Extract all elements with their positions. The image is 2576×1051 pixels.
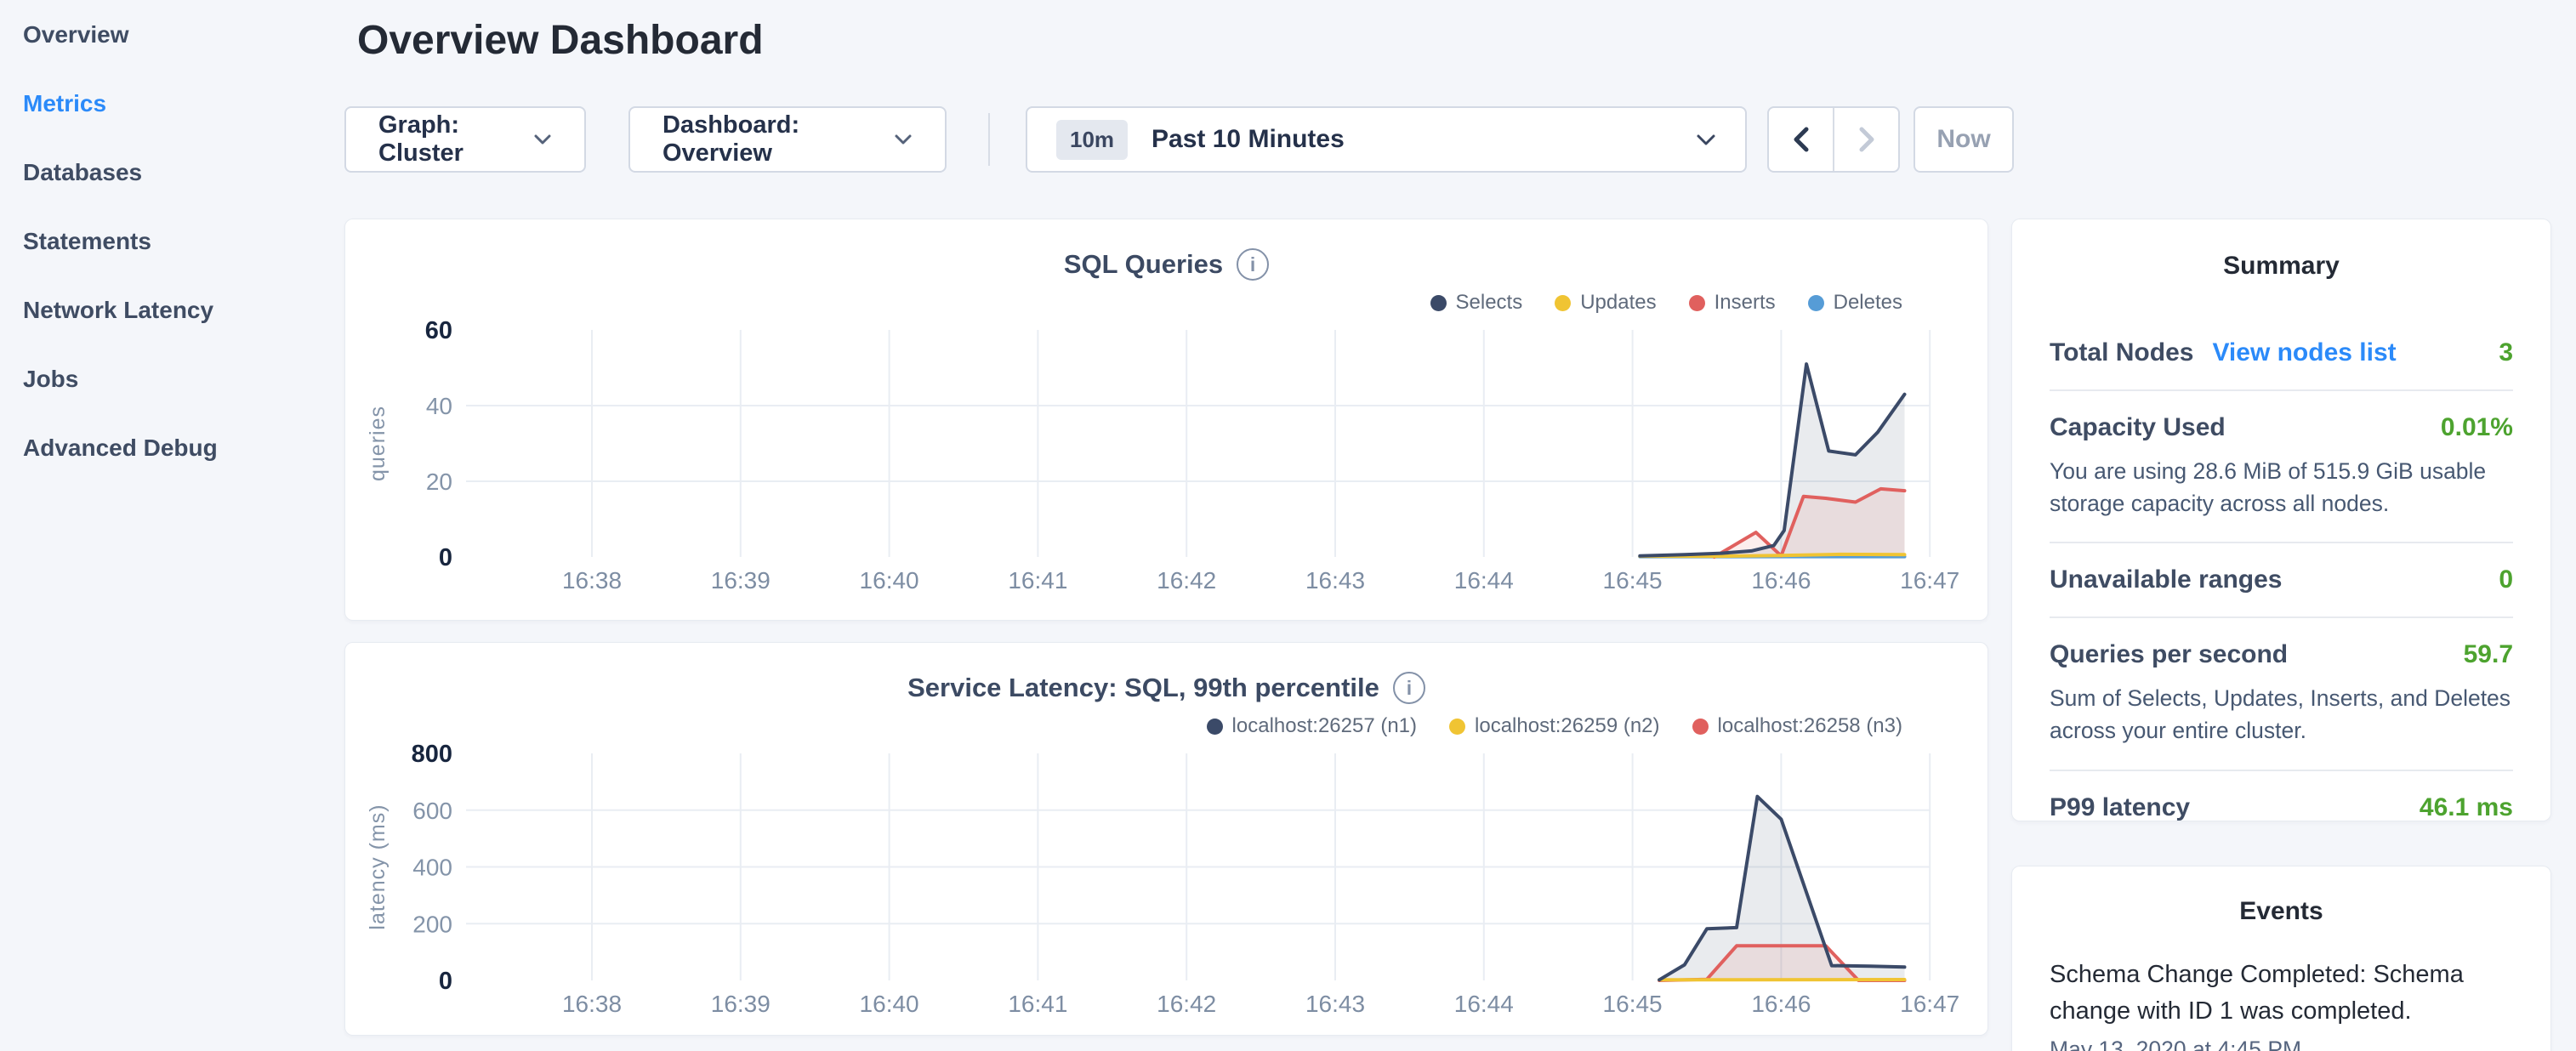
sql-queries-plot[interactable]: 16:38 16:39 16:40 16:41 16:42 16:43 16:44 16:45… (345, 219, 1989, 622)
svg-text:16:45: 16:45 (1603, 567, 1663, 594)
svg-text:16:40: 16:40 (860, 567, 919, 594)
svg-text:16:43: 16:43 (1305, 991, 1365, 1017)
svg-text:16:40: 16:40 (860, 991, 919, 1017)
chevron-right-icon (1857, 126, 1876, 153)
events-heading: Events (2050, 897, 2513, 926)
sql-queries-chart-card: SQL Queries i SelectsUpdatesInsertsDelet… (344, 219, 1988, 621)
events-list: Schema Change Completed: Schema change w… (2050, 957, 2513, 1051)
summary-metric-description: You are using 28.6 MiB of 515.9 GiB usab… (2050, 456, 2513, 520)
summary-section: Total Nodes View nodes list 3 (2050, 316, 2513, 389)
svg-text:16:43: 16:43 (1305, 567, 1365, 594)
previous-time-button[interactable] (1769, 108, 1833, 171)
time-range-label: Past 10 Minutes (1152, 125, 1696, 154)
summary-metric-description: Sum of Selects, Updates, Inserts, and De… (2050, 683, 2513, 747)
svg-text:16:41: 16:41 (1008, 991, 1067, 1017)
summary-section: Queries per second 59.7 Sum of Selects, Up… (2050, 616, 2513, 769)
chevron-left-icon (1792, 126, 1811, 153)
events-panel: Events Schema Change Completed: Schema c… (2011, 866, 2551, 1051)
svg-text:200: 200 (412, 911, 452, 937)
sidebar-item-network-latency[interactable]: Network Latency (0, 276, 340, 344)
now-button[interactable]: Now (1914, 106, 2014, 173)
chevron-down-icon (533, 134, 552, 145)
svg-text:16:42: 16:42 (1157, 991, 1216, 1017)
event-text: Schema Change Completed: Schema change w… (2050, 957, 2513, 1030)
svg-text:20: 20 (426, 469, 452, 495)
svg-text:60: 60 (425, 317, 452, 344)
next-time-button[interactable] (1833, 108, 1898, 171)
page-title: Overview Dashboard (357, 17, 764, 64)
time-range-selector[interactable]: 10m Past 10 Minutes (1026, 106, 1747, 173)
svg-text:40: 40 (426, 393, 452, 419)
summary-metric-value: 0.01% (2441, 413, 2513, 442)
svg-text:16:38: 16:38 (562, 991, 622, 1017)
summary-section: Capacity Used 0.01% You are using 28.6 MiB… (2050, 389, 2513, 542)
summary-metric-value: 59.7 (2464, 640, 2513, 669)
event-timestamp: May 13, 2020 at 4:45 PM (2050, 1037, 2513, 1051)
summary-metric-title: Total Nodes (2050, 338, 2193, 367)
svg-text:16:44: 16:44 (1454, 991, 1514, 1017)
svg-text:16:41: 16:41 (1008, 567, 1067, 594)
toolbar: Graph: Cluster Dashboard: Overview 10m P… (0, 106, 2576, 173)
summary-section: P99 latency 46.1 ms (2050, 770, 2513, 844)
svg-text:latency (ms): latency (ms) (366, 804, 390, 929)
summary-metric-value: 46.1 ms (2420, 793, 2513, 822)
toolbar-divider (988, 113, 990, 166)
sidebar-item-overview[interactable]: Overview (0, 0, 340, 69)
svg-text:0: 0 (439, 544, 452, 571)
svg-text:16:38: 16:38 (562, 567, 622, 594)
svg-text:16:46: 16:46 (1751, 991, 1811, 1017)
sidebar-item-advanced-debug[interactable]: Advanced Debug (0, 413, 340, 482)
svg-text:16:39: 16:39 (711, 991, 771, 1017)
app-root: OverviewMetricsDatabasesStatementsNetwor… (0, 0, 2576, 1051)
sidebar-item-statements[interactable]: Statements (0, 207, 340, 276)
event-item[interactable]: Schema Change Completed: Schema change w… (2050, 957, 2513, 1051)
sidebar-item-jobs[interactable]: Jobs (0, 344, 340, 413)
summary-metric-title: P99 latency (2050, 793, 2190, 822)
graph-dropdown-label: Graph: Cluster (378, 111, 511, 168)
svg-text:16:45: 16:45 (1603, 991, 1663, 1017)
svg-text:0: 0 (439, 968, 452, 995)
dashboard-dropdown-label: Dashboard: Overview (662, 111, 872, 168)
summary-metric-value: 0 (2499, 565, 2513, 594)
svg-text:600: 600 (412, 798, 452, 824)
svg-text:16:44: 16:44 (1454, 567, 1514, 594)
svg-text:16:47: 16:47 (1900, 991, 1959, 1017)
summary-heading: Summary (2050, 252, 2513, 281)
summary-panel: Summary Total Nodes View nodes list 3 Capac… (2011, 219, 2551, 821)
svg-text:400: 400 (412, 855, 452, 881)
svg-text:queries: queries (366, 406, 390, 481)
svg-text:16:42: 16:42 (1157, 567, 1216, 594)
chevron-down-icon (1696, 134, 1716, 146)
summary-metric-value: 3 (2499, 338, 2513, 367)
time-step-buttons (1767, 106, 1900, 173)
svg-text:16:39: 16:39 (711, 567, 771, 594)
chevron-down-icon (894, 134, 913, 145)
summary-sections: Total Nodes View nodes list 3 Capacity Used… (2050, 316, 2513, 844)
view-nodes-list-link[interactable]: View nodes list (2212, 338, 2396, 367)
graph-dropdown[interactable]: Graph: Cluster (344, 106, 586, 173)
svg-text:16:46: 16:46 (1751, 567, 1811, 594)
svg-text:16:47: 16:47 (1900, 567, 1959, 594)
summary-metric-title: Capacity Used (2050, 413, 2226, 442)
time-range-badge: 10m (1056, 120, 1128, 160)
summary-metric-title: Unavailable ranges (2050, 565, 2282, 594)
service-latency-plot[interactable]: 16:38 16:39 16:40 16:41 16:42 16:43 16:44 16:45… (345, 643, 1989, 1037)
svg-text:800: 800 (412, 741, 452, 768)
summary-section: Unavailable ranges 0 (2050, 542, 2513, 616)
dashboard-dropdown[interactable]: Dashboard: Overview (628, 106, 947, 173)
service-latency-chart-card: Service Latency: SQL, 99th percentile i … (344, 642, 1988, 1036)
summary-metric-title: Queries per second (2050, 640, 2288, 669)
